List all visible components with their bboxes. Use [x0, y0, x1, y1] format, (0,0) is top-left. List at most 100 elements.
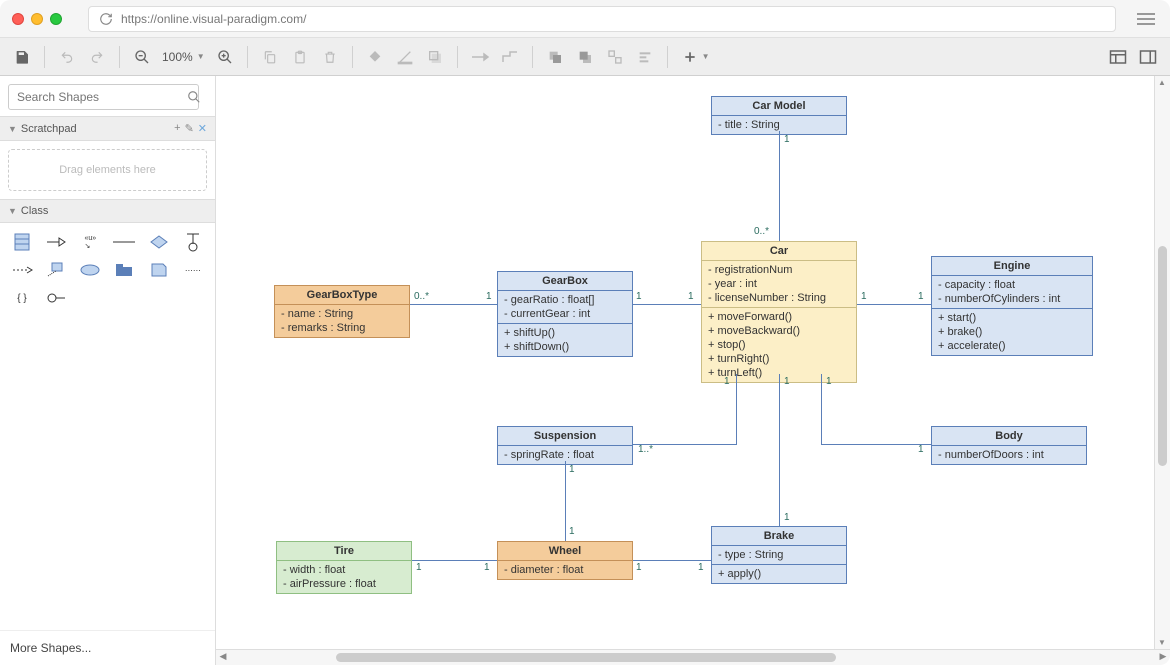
reload-icon	[99, 12, 113, 26]
class-title: Tire	[277, 542, 411, 561]
class-title: GearBoxType	[275, 286, 409, 305]
undo-button[interactable]	[53, 43, 81, 71]
delete-button[interactable]	[316, 43, 344, 71]
scrollbar-thumb[interactable]	[1158, 246, 1167, 466]
collapse-icon: ▼	[8, 124, 17, 134]
class-title: Engine	[932, 257, 1092, 276]
class-carmodel[interactable]: Car Model - title : String	[711, 96, 847, 135]
class-title: Brake	[712, 527, 846, 546]
shape-generalization-arrow[interactable]	[42, 231, 70, 253]
shape-n-ary[interactable]: ⋯⋯	[179, 259, 207, 281]
mult-label: 0..*	[414, 291, 429, 302]
shape-required-interface[interactable]	[42, 287, 70, 309]
shape-dependency-arrow[interactable]	[8, 259, 36, 281]
shape-line[interactable]	[110, 231, 138, 253]
redo-button[interactable]	[83, 43, 111, 71]
class-gearbox[interactable]: GearBox - gearRatio : float[] - currentG…	[497, 271, 633, 357]
zoom-out-button[interactable]	[128, 43, 156, 71]
url-bar[interactable]: https://online.visual-paradigm.com/	[88, 6, 1116, 32]
shape-interface-lollipop[interactable]	[179, 231, 207, 253]
class-tire[interactable]: Tire - width : float - airPressure : flo…	[276, 541, 412, 594]
shape-constraint[interactable]: { }	[8, 287, 36, 309]
class-brake[interactable]: Brake - type : String + apply()	[711, 526, 847, 584]
paste-button[interactable]	[286, 43, 314, 71]
copy-button[interactable]	[256, 43, 284, 71]
scratchpad-panel-header[interactable]: ▼ Scratchpad + ✎ ✕	[0, 116, 215, 141]
toolbar: 100%▼ ▼	[0, 38, 1170, 76]
scroll-up-icon: ▲	[1158, 78, 1166, 87]
class-car[interactable]: Car - registrationNum - year : int - lic…	[701, 241, 857, 383]
close-window-icon[interactable]	[12, 13, 24, 25]
shadow-button[interactable]	[421, 43, 449, 71]
class-title: Suspension	[498, 427, 632, 446]
format-panel-button[interactable]	[1134, 43, 1162, 71]
line-color-button[interactable]	[391, 43, 419, 71]
zoom-level-dropdown[interactable]: 100%▼	[158, 50, 209, 64]
waypoint-style-button[interactable]	[496, 43, 524, 71]
assoc-car-suspension-v	[736, 374, 737, 444]
horizontal-scrollbar[interactable]: ◀ ▶	[216, 649, 1170, 665]
scratchpad-label: Scratchpad	[21, 123, 77, 135]
shape-ellipse[interactable]	[76, 259, 104, 281]
assoc-car-body-v	[821, 374, 822, 444]
shape-class-box[interactable]	[8, 231, 36, 253]
scroll-down-icon: ▼	[1158, 638, 1166, 647]
scratchpad-dropzone[interactable]: Drag elements here	[8, 149, 207, 191]
to-front-button[interactable]	[541, 43, 569, 71]
save-button[interactable]	[8, 43, 36, 71]
minimize-window-icon[interactable]	[31, 13, 43, 25]
url-text: https://online.visual-paradigm.com/	[121, 12, 306, 26]
fill-color-button[interactable]	[361, 43, 389, 71]
more-shapes-button[interactable]: More Shapes...	[0, 630, 215, 665]
shape-association-class[interactable]	[42, 259, 70, 281]
close-icon[interactable]: ✕	[198, 122, 207, 135]
chevron-down-icon: ▼	[197, 52, 205, 61]
class-wheel[interactable]: Wheel - diameter : float	[497, 541, 633, 580]
class-title: Car Model	[712, 97, 846, 116]
add-icon[interactable]: +	[174, 122, 180, 135]
add-button[interactable]	[676, 43, 704, 71]
group-button[interactable]	[601, 43, 629, 71]
assoc-wheel-brake	[633, 560, 711, 561]
window-controls	[12, 13, 62, 25]
zoom-in-button[interactable]	[211, 43, 239, 71]
class-title: Wheel	[498, 542, 632, 561]
mult-label: 1	[636, 291, 642, 302]
mult-label: 1	[569, 464, 575, 475]
maximize-window-icon[interactable]	[50, 13, 62, 25]
class-panel-label: Class	[21, 205, 49, 217]
shape-package[interactable]	[110, 259, 138, 281]
mult-label: 1	[698, 562, 704, 573]
mult-label: 0..*	[754, 226, 769, 237]
shape-usage-label[interactable]: «u»↘	[76, 231, 104, 253]
titlebar: https://online.visual-paradigm.com/	[0, 0, 1170, 38]
mult-label: 1	[784, 376, 790, 387]
mult-label: 1	[918, 291, 924, 302]
class-body[interactable]: Body - numberOfDoors : int	[931, 426, 1087, 465]
diagram-canvas[interactable]: Car Model - title : String Car - registr…	[216, 76, 1170, 649]
outline-panel-button[interactable]	[1104, 43, 1132, 71]
class-gearboxtype[interactable]: GearBoxType - name : String - remarks : …	[274, 285, 410, 338]
assoc-gearbox-gearboxtype	[410, 304, 497, 305]
class-engine[interactable]: Engine - capacity : float - numberOfCyli…	[931, 256, 1093, 356]
shape-note[interactable]	[145, 259, 173, 281]
scrollbar-thumb[interactable]	[336, 653, 836, 662]
class-suspension[interactable]: Suspension - springRate : float	[497, 426, 633, 465]
vertical-scrollbar[interactable]: ▲ ▼	[1154, 76, 1170, 649]
main: ▼ Scratchpad + ✎ ✕ Drag elements here ▼ …	[0, 76, 1170, 665]
edit-icon[interactable]: ✎	[185, 122, 194, 135]
mult-label: 1	[636, 562, 642, 573]
search-shapes-input[interactable]	[8, 84, 199, 110]
scroll-right-icon: ▶	[1156, 651, 1170, 662]
connection-style-button[interactable]	[466, 43, 494, 71]
mult-label: 1	[784, 512, 790, 523]
assoc-car-brake	[779, 374, 780, 526]
hamburger-menu-icon[interactable]	[1134, 7, 1158, 31]
mult-label: 1	[784, 134, 790, 145]
align-button[interactable]	[631, 43, 659, 71]
shape-diamond[interactable]	[145, 231, 173, 253]
assoc-car-body-h	[821, 444, 931, 445]
class-panel-header[interactable]: ▼ Class	[0, 199, 215, 223]
to-back-button[interactable]	[571, 43, 599, 71]
class-title: Car	[702, 242, 856, 261]
